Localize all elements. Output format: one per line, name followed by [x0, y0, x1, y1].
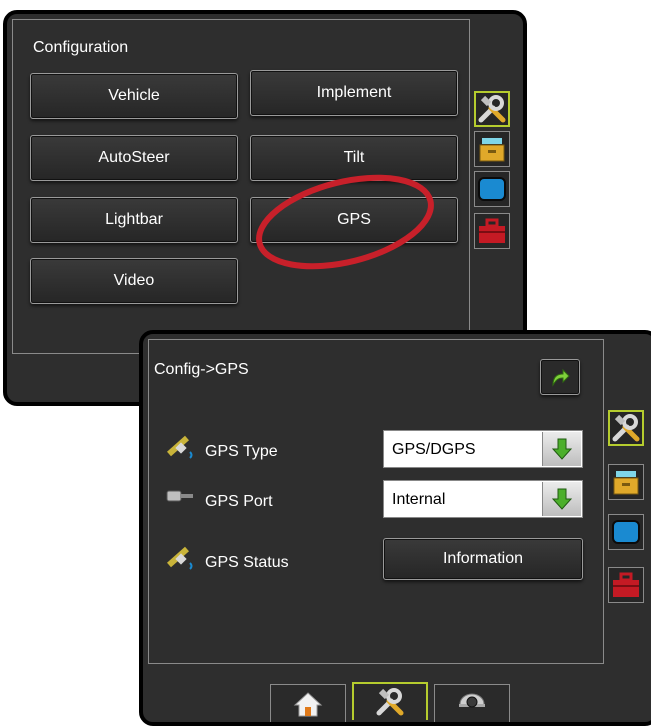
- gps-port-value: Internal: [392, 491, 446, 508]
- dropdown-button[interactable]: [542, 432, 581, 466]
- lightbar-button[interactable]: Lightbar: [30, 197, 238, 243]
- tab-system[interactable]: [608, 567, 644, 603]
- tab-tools[interactable]: [474, 91, 510, 127]
- page-title: Configuration: [33, 39, 129, 56]
- gps-config-screen: Config->GPS GPS Type GPS/DGPS GPS Port I…: [139, 330, 651, 726]
- gps-type-value: GPS/DGPS: [392, 441, 476, 458]
- tab-system[interactable]: [474, 213, 510, 249]
- nav-home[interactable]: [270, 684, 346, 722]
- display-icon: [478, 177, 506, 201]
- tab-display[interactable]: [608, 514, 644, 550]
- home-icon: [293, 691, 323, 716]
- tab-data[interactable]: [474, 131, 510, 167]
- arrow-down-icon: [551, 438, 573, 460]
- satellite-icon: [167, 546, 193, 570]
- autosteer-button[interactable]: AutoSteer: [30, 135, 238, 181]
- tab-tools[interactable]: [608, 410, 644, 446]
- nav-camera[interactable]: [434, 684, 510, 722]
- tools-icon: [478, 95, 506, 123]
- tab-display[interactable]: [474, 171, 510, 207]
- card-file-icon: [613, 471, 639, 495]
- camera-icon: [459, 693, 485, 707]
- redo-arrow-icon: [552, 368, 570, 387]
- antenna-port-icon: [166, 490, 193, 502]
- tab-data[interactable]: [608, 464, 644, 500]
- implement-button[interactable]: Implement: [250, 70, 458, 116]
- tools-icon: [376, 688, 404, 716]
- toolbox-icon: [479, 218, 505, 243]
- back-button[interactable]: [540, 359, 580, 395]
- tools-icon: [612, 414, 640, 442]
- gps-type-select[interactable]: GPS/DGPS: [383, 430, 583, 468]
- gps-status-label: GPS Status: [205, 554, 289, 571]
- nav-tools[interactable]: [352, 682, 428, 720]
- satellite-icon: [167, 435, 193, 459]
- information-button[interactable]: Information: [383, 538, 583, 580]
- vehicle-button[interactable]: Vehicle: [30, 73, 238, 119]
- gps-config-panel: Config->GPS GPS Type GPS/DGPS GPS Port I…: [148, 339, 604, 664]
- card-file-icon: [479, 138, 505, 162]
- arrow-down-icon: [551, 488, 573, 510]
- dropdown-button[interactable]: [542, 482, 581, 516]
- gps-type-label: GPS Type: [205, 443, 278, 460]
- display-icon: [612, 520, 640, 544]
- gps-highlight-ellipse: [256, 174, 434, 270]
- video-button[interactable]: Video: [30, 258, 238, 304]
- toolbox-icon: [613, 572, 639, 597]
- gps-port-label: GPS Port: [205, 493, 273, 510]
- gps-port-select[interactable]: Internal: [383, 480, 583, 518]
- page-title: Config->GPS: [154, 361, 249, 378]
